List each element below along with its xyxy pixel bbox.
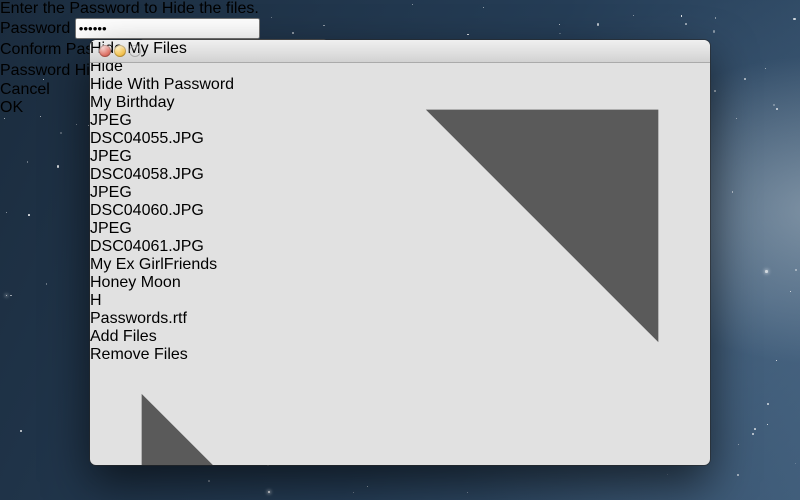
app-window: Hide My Files Show Hide Hide With Passwo… <box>90 40 710 465</box>
password-label: Password <box>0 20 70 37</box>
window-title: Hide My Files <box>90 40 710 58</box>
fullscreen-icon[interactable] <box>90 58 710 465</box>
close-button[interactable] <box>99 45 111 57</box>
desktop: Hide My Files Show Hide Hide With Passwo… <box>0 0 800 500</box>
minimize-button[interactable] <box>114 45 126 57</box>
title-bar[interactable]: Hide My Files <box>90 40 710 63</box>
dialog-title: Enter the Password to Hide the files. <box>0 0 800 18</box>
password-field-row: Password <box>0 18 800 39</box>
password-input[interactable] <box>75 18 260 39</box>
zoom-button[interactable] <box>129 45 141 57</box>
password-hint-label: Password Hint <box>0 62 103 79</box>
